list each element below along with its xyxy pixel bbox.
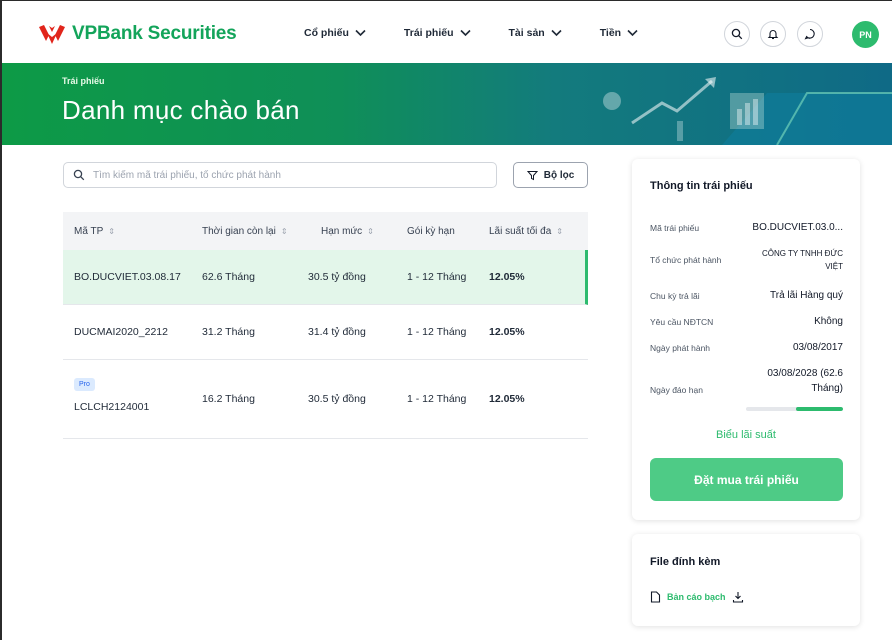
attachment-name: Bản cáo bạch	[667, 592, 726, 602]
filter-button[interactable]: Bộ lọc	[513, 162, 588, 188]
brand-logo[interactable]: VPBank Securities	[38, 23, 237, 45]
remaining-time: 31.2 Tháng	[202, 326, 255, 338]
remaining-time: 16.2 Tháng	[202, 393, 255, 405]
column-term: Gói kỳ hạn	[407, 226, 455, 237]
bond-code-label: Mã trái phiếu	[650, 223, 700, 233]
column-code[interactable]: Mã TP ⇕	[74, 226, 115, 237]
rate-chart-link[interactable]: Biểu lãi suất	[632, 429, 860, 441]
sort-icon: ⇕	[367, 226, 374, 236]
column-term-label: Gói kỳ hạn	[407, 225, 455, 237]
max-rate: 12.05%	[489, 393, 525, 405]
investor-requirement-label: Yêu cầu NĐTCN	[650, 317, 714, 327]
maturity-date-label: Ngày đáo hạn	[650, 385, 703, 395]
attachments-title: File đính kèm	[650, 556, 721, 568]
investor-requirement-value: Không	[814, 316, 843, 327]
bond-info-title: Thông tin trái phiếu	[650, 180, 753, 192]
chevron-down-icon	[459, 29, 471, 37]
issuer-label: Tổ chức phát hành	[650, 255, 722, 265]
banner-illustration	[603, 77, 892, 145]
maturity-date-value: 03/08/2028 (62.6 Tháng)	[767, 368, 843, 394]
attachments-card: File đính kèm Bản cáo bạch	[632, 534, 860, 626]
table-header: Mã TP ⇕ Thời gian còn lại ⇕ Hạn mức ⇕ Gói k…	[63, 212, 588, 250]
main-nav: Cổ phiếu Trái phiếu Tài sản Tiền	[304, 27, 676, 39]
chevron-down-icon	[551, 29, 562, 37]
table-row[interactable]: BO.DUCVIET.03.08.17 62.6 Tháng 30.5 tỷ đ…	[63, 250, 588, 305]
search-button[interactable]	[724, 21, 750, 47]
nav-bonds-label: Trái phiếu	[403, 27, 454, 39]
remaining-time: 62.6 Tháng	[202, 271, 255, 283]
maturity-progress-bar	[746, 407, 843, 411]
messages-button[interactable]	[797, 21, 823, 47]
payment-cycle-label: Chu kỳ trả lãi	[650, 291, 700, 301]
file-icon	[650, 591, 661, 603]
limit-value: 30.5 tỷ đồng	[308, 393, 366, 405]
issuer-value: CÔNG TY TNHH ĐỨC VIỆT	[761, 249, 843, 271]
sort-icon: ⇕	[108, 226, 115, 236]
bond-code: DUCMAI2020_2212	[74, 326, 168, 338]
chat-icon	[804, 28, 815, 40]
nav-bonds[interactable]: Trái phiếu	[404, 27, 471, 39]
sort-icon: ⇕	[280, 226, 288, 236]
max-rate: 12.05%	[489, 326, 525, 338]
vpbank-logo-icon	[39, 25, 65, 44]
buy-bond-button[interactable]: Đặt mua trái phiếu	[650, 458, 843, 501]
column-limit[interactable]: Hạn mức ⇕	[321, 226, 374, 237]
bond-code-value: BO.DUCVIET.03.0...	[752, 222, 843, 233]
download-icon[interactable]	[732, 591, 744, 603]
column-limit-label: Hạn mức	[321, 225, 363, 237]
limit-value: 30.5 tỷ đồng	[308, 271, 366, 283]
attachment-item[interactable]: Bản cáo bạch	[650, 591, 744, 603]
notifications-button[interactable]	[760, 21, 786, 47]
filter-icon	[526, 170, 538, 180]
column-remaining-label: Thời gian còn lại	[202, 225, 276, 237]
payment-cycle-value: Trả lãi Hàng quý	[770, 290, 843, 301]
term-package: 1 - 12 Tháng	[407, 326, 467, 338]
page-title: Danh mục chào bán	[62, 95, 300, 125]
app-frame: VPBank Securities Cổ phiếu Trái phiếu Tà…	[0, 0, 892, 640]
column-remaining[interactable]: Thời gian còn lại ⇕	[202, 226, 288, 237]
column-rate-label: Lãi suất tối đa	[489, 225, 552, 237]
sort-icon: ⇕	[556, 226, 563, 236]
bond-info-card: Thông tin trái phiếu Mã trái phiếu BO.DU…	[632, 159, 860, 520]
limit-value: 31.4 tỷ đồng	[308, 326, 366, 338]
term-package: 1 - 12 Tháng	[407, 271, 467, 283]
nav-cash-label: Tiền	[599, 27, 622, 39]
bond-code: BO.DUCVIET.03.08.17	[74, 271, 181, 283]
nav-stocks-label: Cổ phiếu	[304, 27, 349, 39]
table-row[interactable]: DUCMAI2020_2212 31.2 Tháng 31.4 tỷ đồng …	[63, 305, 588, 360]
bond-code: LCLCH2124001	[74, 401, 150, 413]
issue-date-label: Ngày phát hành	[650, 343, 711, 353]
page-banner: Trái phiếu Danh mục chào bán	[2, 63, 892, 145]
pro-badge: Pro	[74, 378, 95, 391]
search-icon	[731, 28, 743, 40]
brand-name: VPBank Securities	[72, 23, 237, 44]
nav-stocks[interactable]: Cổ phiếu	[304, 27, 366, 39]
chevron-down-icon	[355, 29, 366, 37]
maturity-progress-fill	[796, 407, 843, 411]
term-package: 1 - 12 Tháng	[407, 393, 467, 405]
search-box[interactable]	[63, 162, 497, 188]
column-rate[interactable]: Lãi suất tối đa ⇕	[489, 226, 563, 237]
issue-date-value: 03/08/2017	[792, 342, 843, 353]
max-rate: 12.05%	[489, 271, 525, 283]
search-icon	[73, 169, 85, 181]
top-navigation-bar: VPBank Securities Cổ phiếu Trái phiếu Tà…	[2, 1, 892, 63]
breadcrumb: Trái phiếu	[62, 76, 105, 86]
column-code-label: Mã TP	[74, 225, 104, 237]
chevron-down-icon	[627, 29, 638, 37]
bond-table: Mã TP ⇕ Thời gian còn lại ⇕ Hạn mức ⇕ Gói k…	[63, 212, 588, 439]
bell-icon	[767, 30, 779, 40]
search-input[interactable]	[91, 168, 485, 182]
nav-assets-label: Tài sản	[508, 27, 545, 39]
nav-assets[interactable]: Tài sản	[509, 27, 562, 39]
nav-cash[interactable]: Tiền	[600, 27, 638, 39]
user-avatar[interactable]: PN	[852, 21, 879, 48]
filter-label: Bộ lọc	[543, 169, 575, 181]
table-row[interactable]: Pro LCLCH2124001 16.2 Tháng 30.5 tỷ đồng…	[63, 360, 588, 439]
